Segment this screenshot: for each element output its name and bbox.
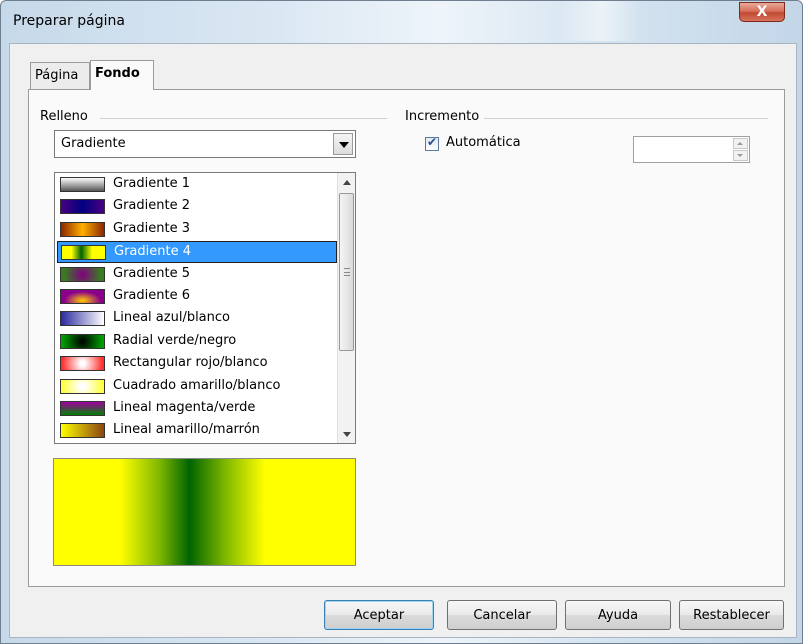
fill-type-select-value: Gradiente <box>61 136 126 151</box>
gradient-item-label: Radial verde/negro <box>113 332 237 348</box>
gradient-swatch-icon <box>60 177 105 192</box>
gradient-item-label: Gradiente 1 <box>113 176 190 191</box>
gradient-list-item[interactable]: Cuadrado amarillo/blanco <box>57 376 337 398</box>
gradient-list-item[interactable]: Gradiente 6 <box>57 286 337 308</box>
gradient-swatch-icon <box>60 378 105 394</box>
incremento-divider <box>484 118 768 119</box>
gradient-swatch-icon <box>60 199 105 215</box>
gradient-list-item[interactable]: Gradiente 5 <box>57 264 337 286</box>
gradient-list-item[interactable]: Gradiente 4 <box>57 241 337 264</box>
gradient-swatch-icon <box>60 311 105 327</box>
gradient-item-label: Cuadrado amarillo/blanco <box>113 377 281 393</box>
tab-pagina[interactable]: Página <box>30 62 90 89</box>
gradient-swatch-icon <box>60 423 105 439</box>
dialog-window: Preparar página X Página Fondo Relleno G… <box>0 0 803 644</box>
gradient-item-label: Gradiente 5 <box>113 265 190 281</box>
gradient-list-item[interactable]: Rectangular rojo/blanco <box>57 353 337 375</box>
gradient-swatch-icon <box>60 289 105 304</box>
dialog-client-area: Página Fondo Relleno Gradiente Gradiente… <box>9 43 797 638</box>
gradient-list-item[interactable]: Gradiente 2 <box>57 196 337 218</box>
relleno-group-label: Relleno <box>40 109 92 124</box>
tab-fondo[interactable]: Fondo <box>90 60 154 90</box>
gradient-item-label: Gradiente 3 <box>113 220 190 236</box>
gradient-item-label: Gradiente 2 <box>113 198 190 214</box>
gradient-swatch-icon <box>60 401 105 416</box>
gradient-item-label: Rectangular rojo/blanco <box>113 355 268 371</box>
gradient-swatch-icon <box>60 221 105 237</box>
increment-spinbox[interactable] <box>633 136 750 163</box>
gradient-list-item[interactable]: Lineal amarillo/marrón <box>57 420 337 442</box>
gradient-swatch-icon <box>61 245 106 261</box>
gradient-item-label: Lineal magenta/verde <box>113 400 256 415</box>
gradient-list-item[interactable]: Lineal magenta/verde <box>57 398 337 420</box>
aceptar-button[interactable]: Aceptar <box>324 600 434 630</box>
gradient-list-item[interactable]: Gradiente 3 <box>57 219 337 241</box>
grip-icon <box>344 268 350 276</box>
scroll-down-arrow-icon[interactable] <box>338 425 355 443</box>
gradient-list-item[interactable]: Radial verde/negro <box>57 331 337 353</box>
gradient-swatch-icon <box>60 266 105 282</box>
spin-up-icon[interactable] <box>733 138 748 149</box>
gradient-item-label: Lineal azul/blanco <box>113 310 230 326</box>
restablecer-button[interactable]: Restablecer <box>679 600 784 630</box>
ayuda-button[interactable]: Ayuda <box>565 600 671 630</box>
gradient-list-item[interactable]: Gradiente 1 <box>57 174 337 196</box>
spin-down-icon[interactable] <box>733 150 748 161</box>
gradient-listbox[interactable]: Gradiente 1 Gradiente 2 Gradiente 3 Gradien… <box>54 172 356 444</box>
gradient-preview <box>53 458 356 566</box>
gradient-item-label: Gradiente 4 <box>114 244 191 260</box>
scroll-thumb[interactable] <box>339 193 354 351</box>
scroll-up-arrow-icon[interactable] <box>338 173 355 191</box>
fill-type-select[interactable]: Gradiente <box>54 130 356 158</box>
dialog-title: Preparar página <box>13 13 125 29</box>
dropdown-arrow-icon[interactable] <box>333 133 353 155</box>
relleno-divider <box>100 118 387 119</box>
gradient-item-label: Gradiente 6 <box>113 288 190 303</box>
automatica-label[interactable]: Automática <box>446 135 521 150</box>
cancelar-button[interactable]: Cancelar <box>447 600 557 630</box>
gradient-item-label: Lineal amarillo/marrón <box>113 422 260 438</box>
list-scrollbar[interactable] <box>337 173 355 443</box>
gradient-list-item[interactable]: Lineal azul/blanco <box>57 308 337 330</box>
incremento-group-label: Incremento <box>405 109 484 124</box>
gradient-swatch-icon <box>60 356 105 372</box>
gradient-swatch-icon <box>60 333 105 349</box>
automatica-checkbox[interactable] <box>425 135 439 151</box>
close-button[interactable]: X <box>739 2 785 22</box>
